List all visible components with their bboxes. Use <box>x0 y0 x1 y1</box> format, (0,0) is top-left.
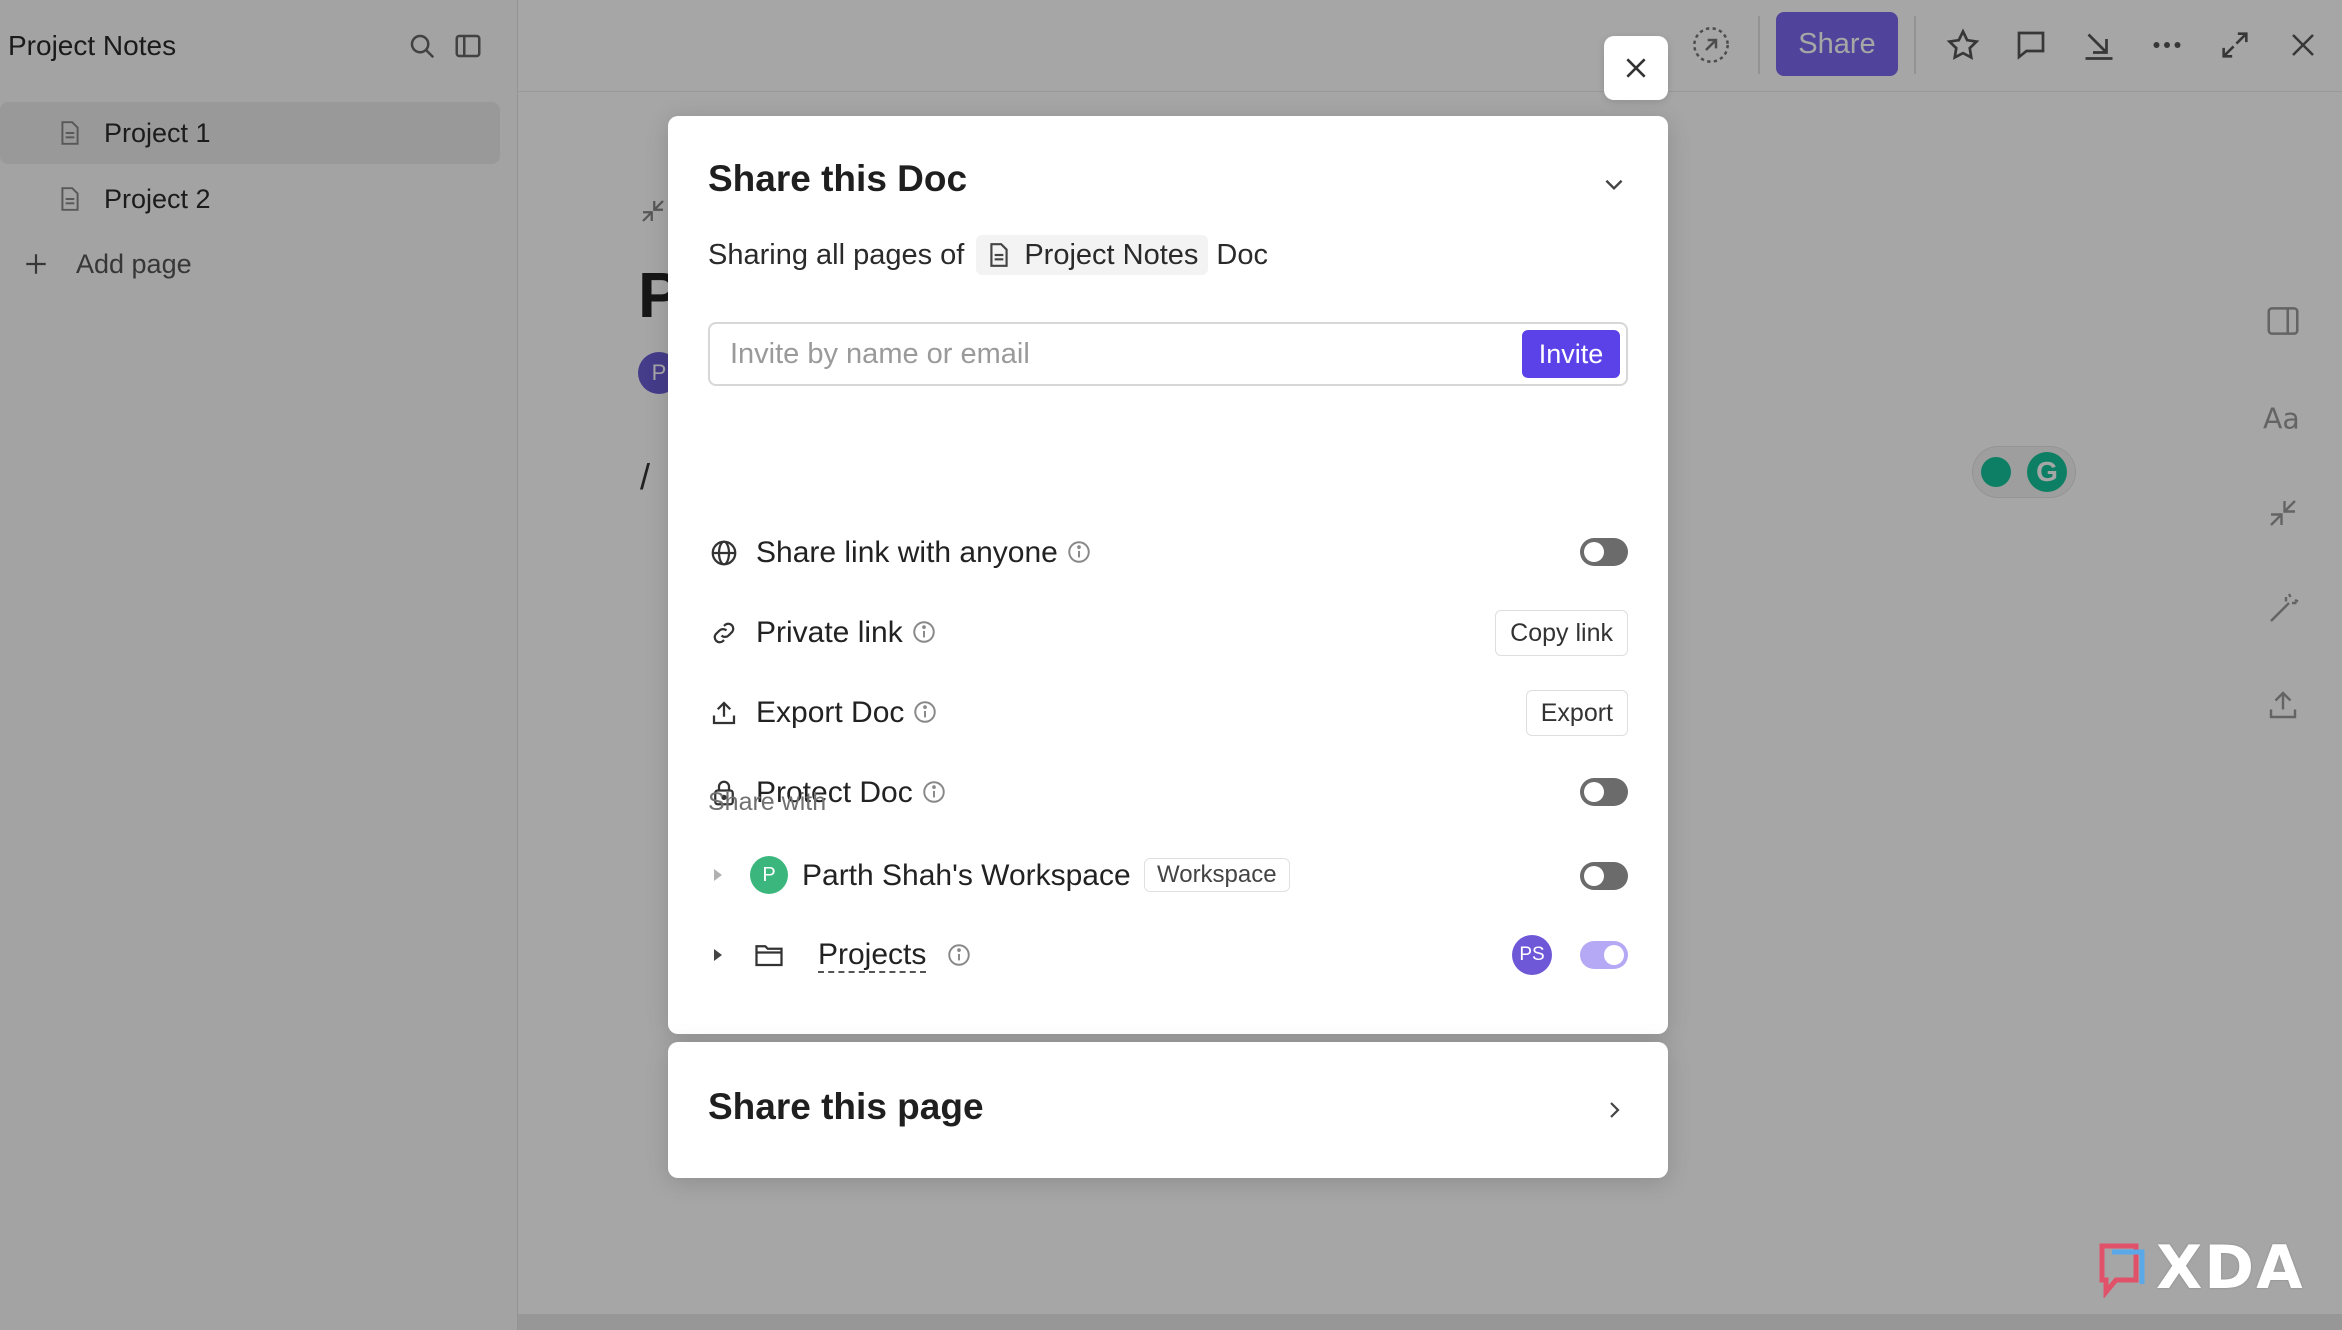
option-label: Export Doc <box>756 696 938 730</box>
caret-right-icon[interactable] <box>708 865 728 885</box>
watermark-text: XDA <box>2156 1233 2305 1303</box>
workspace-toggle[interactable] <box>1580 862 1628 890</box>
chevron-down-icon[interactable] <box>1594 164 1634 204</box>
document-icon <box>986 242 1012 268</box>
export-icon <box>708 697 740 729</box>
private-link-label: Private link <box>756 616 903 649</box>
info-icon[interactable] <box>911 619 937 645</box>
protect-doc-row: Protect Doc <box>708 768 1628 818</box>
doc-chip[interactable]: Project Notes <box>976 235 1209 275</box>
invite-button[interactable]: Invite <box>1522 330 1620 378</box>
share-with-projects-row: Projects PS <box>708 930 1628 980</box>
workspace-badge: Workspace <box>1144 858 1290 892</box>
link-icon <box>708 617 740 649</box>
share-page-panel[interactable]: Share this page <box>668 1042 1668 1178</box>
globe-icon <box>708 537 740 569</box>
sharing-scope: Sharing all pages of Project Notes Doc <box>708 234 1268 276</box>
export-doc-row: Export Doc Export <box>708 688 1628 738</box>
projects-link[interactable]: Projects <box>818 939 927 973</box>
dialog-title: Share this Doc <box>708 158 968 199</box>
share-link-label: Share link with anyone <box>756 536 1058 569</box>
option-label: Share link with anyone <box>756 536 1092 570</box>
invite-input[interactable] <box>730 324 1510 384</box>
protect-doc-toggle[interactable] <box>1580 778 1628 806</box>
avatar: P <box>750 856 788 894</box>
share-with-heading: Share with <box>708 788 827 816</box>
doc-name: Project Notes <box>1024 238 1199 271</box>
sharing-suffix: Doc <box>1216 238 1268 271</box>
share-link-toggle[interactable] <box>1580 538 1628 566</box>
caret-right-icon[interactable] <box>708 945 728 965</box>
close-modal-button[interactable] <box>1604 36 1668 100</box>
invite-field: Invite <box>708 322 1628 386</box>
info-icon[interactable] <box>1066 539 1092 565</box>
copy-link-button[interactable]: Copy link <box>1495 610 1628 656</box>
share-with-workspace-row: P Parth Shah's Workspace Workspace <box>708 850 1628 900</box>
share-page-title: Share this page <box>708 1086 984 1127</box>
xda-logo-icon <box>2098 1238 2150 1299</box>
avatar: PS <box>1512 935 1552 975</box>
sharing-prefix: Sharing all pages of <box>708 238 965 271</box>
projects-toggle[interactable] <box>1580 941 1628 969</box>
chevron-right-icon[interactable] <box>1594 1090 1634 1130</box>
xda-watermark: XDA <box>2098 1232 2320 1304</box>
info-icon[interactable] <box>912 699 938 725</box>
share-link-row: Share link with anyone <box>708 528 1628 578</box>
private-link-row: Private link Copy link <box>708 608 1628 658</box>
folder-icon <box>752 938 786 972</box>
export-button[interactable]: Export <box>1525 690 1628 736</box>
close-icon <box>1626 58 1646 78</box>
export-doc-label: Export Doc <box>756 696 905 729</box>
share-doc-dialog: Share this Doc Sharing all pages of Proj… <box>668 116 1668 1034</box>
info-icon[interactable] <box>921 779 947 805</box>
workspace-name: Parth Shah's Workspace <box>802 859 1131 892</box>
info-icon[interactable] <box>946 942 972 968</box>
option-label: Private link <box>756 616 937 650</box>
